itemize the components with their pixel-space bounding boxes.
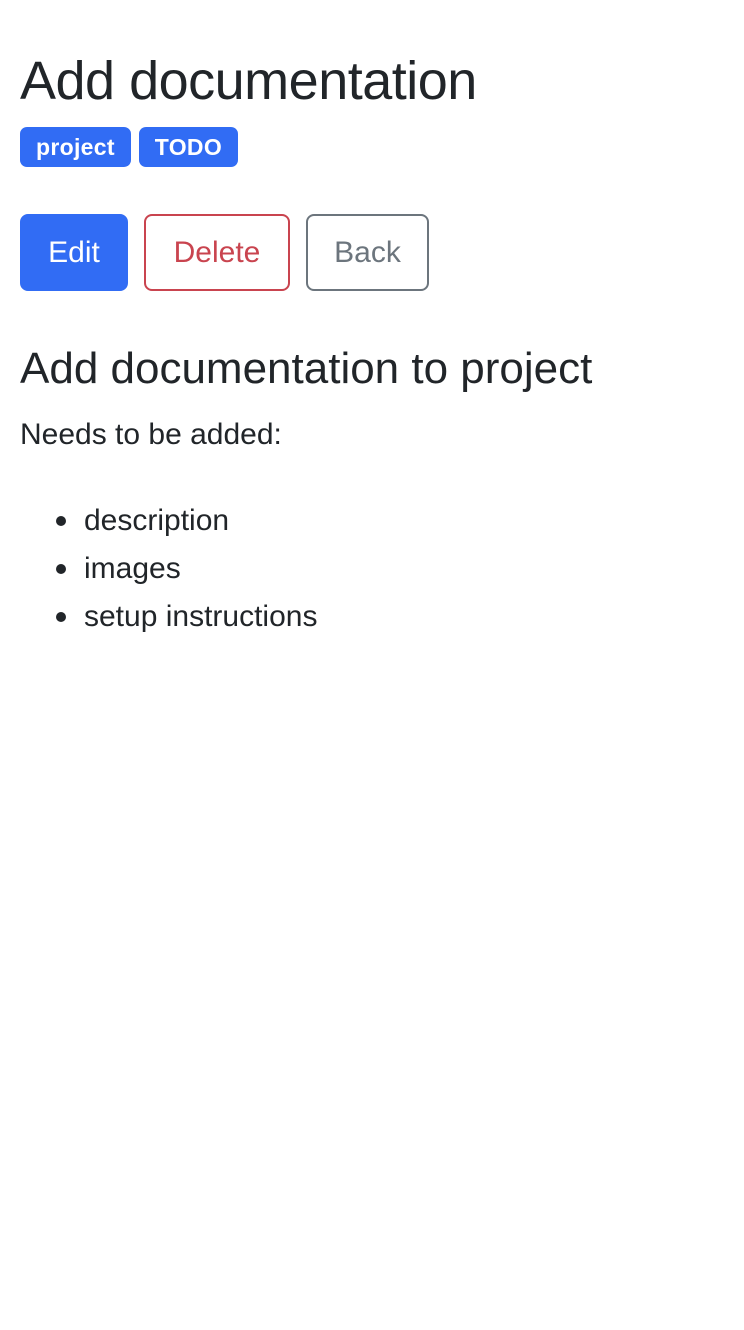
tag-list: project TODO (20, 127, 724, 167)
content-intro: Needs to be added: (20, 418, 282, 451)
list-item-label: description (84, 504, 230, 537)
todo-list: description images setup instructions (20, 497, 724, 641)
bullet-icon (56, 612, 66, 622)
delete-button[interactable]: Delete (144, 214, 290, 291)
list-item: description (56, 497, 724, 545)
page: Add documentation project TODO Edit Dele… (0, 0, 744, 1330)
list-item: setup instructions (56, 593, 724, 641)
edit-button[interactable]: Edit (20, 214, 128, 291)
back-button[interactable]: Back (306, 214, 429, 291)
content-heading: Add documentation to project (20, 344, 593, 393)
page-title: Add documentation (20, 51, 477, 111)
bullet-icon (56, 516, 66, 526)
tag-badge-project: project (20, 127, 131, 167)
action-bar: Edit Delete Back (20, 214, 724, 291)
list-item-label: setup instructions (84, 600, 318, 633)
tag-badge-todo: TODO (138, 127, 239, 167)
bullet-icon (56, 564, 66, 574)
list-item: images (56, 545, 724, 593)
list-item-label: images (84, 552, 181, 585)
